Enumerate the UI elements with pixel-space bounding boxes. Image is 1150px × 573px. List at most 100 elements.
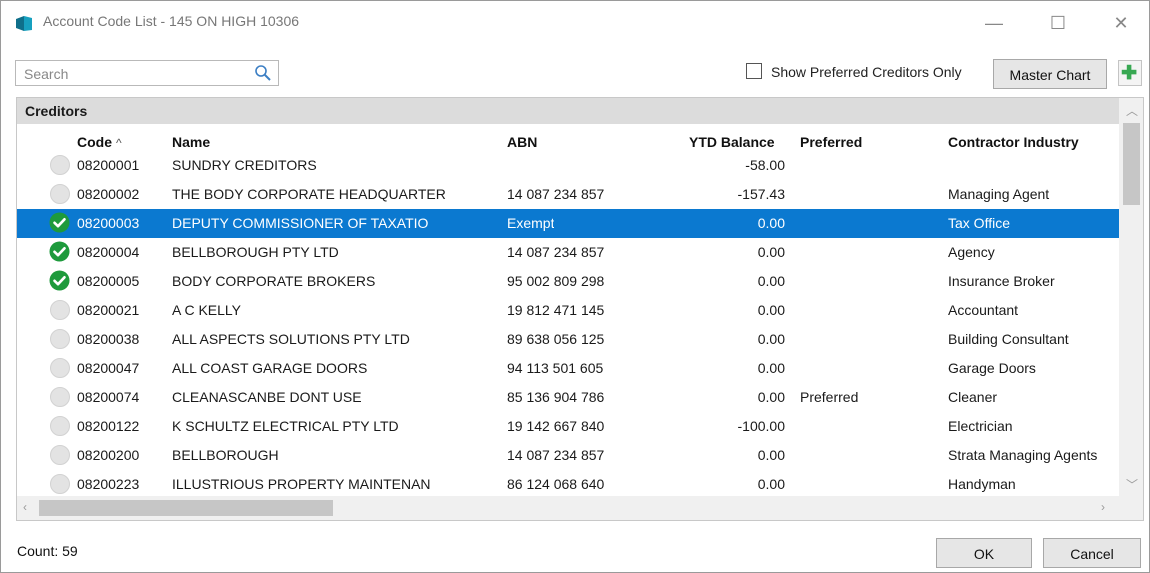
cell-abn: 14 087 234 857 [507,186,605,202]
cell-name: ILLUSTRIOUS PROPERTY MAINTENAN [172,476,431,492]
search-input[interactable] [22,64,246,84]
cell-code: 08200003 [77,215,140,231]
cell-contractor-industry: Garage Doors [948,360,1036,376]
cell-contractor-industry: Tax Office [948,215,1010,231]
table-row[interactable]: 08200003 DEPUTY COMMISSIONER OF TAXATIO Ex… [17,209,1119,238]
column-header-ytd-balance[interactable]: YTD Balance [689,134,775,150]
cell-code: 08200200 [77,447,140,463]
cell-preferred: Preferred [800,389,859,405]
minimize-button[interactable]: — [971,9,1017,37]
vertical-scrollbar[interactable]: ︿ ﹀ [1119,98,1143,496]
cell-contractor-industry: Agency [948,244,995,260]
cell-name: SUNDRY CREDITORS [172,157,317,173]
status-circle-icon[interactable] [50,358,70,378]
status-circle-icon[interactable] [50,329,70,349]
cell-contractor-industry: Building Consultant [948,331,1069,347]
cell-ytd-balance: 0.00 [757,447,785,463]
close-button[interactable]: ✕ [1098,9,1144,37]
cell-ytd-balance: -58.00 [745,157,785,173]
cell-contractor-industry: Handyman [948,476,1016,492]
table-row[interactable]: 08200004 BELLBOROUGH PTY LTD 14 087 234 85… [17,238,1119,267]
master-chart-button[interactable]: Master Chart [993,59,1107,89]
record-count: Count: 59 [17,543,78,559]
table-row[interactable]: 08200200 BELLBOROUGH 14 087 234 857 0.00 Str… [17,441,1119,470]
table-row[interactable]: 08200038 ALL ASPECTS SOLUTIONS PTY LTD 89 … [17,325,1119,354]
preferred-only-label[interactable]: Show Preferred Creditors Only [771,64,962,80]
table-row[interactable]: 08200005 BODY CORPORATE BROKERS 95 002 809… [17,267,1119,296]
cancel-button[interactable]: Cancel [1043,538,1141,568]
cell-code: 08200223 [77,476,140,492]
cell-ytd-balance: 0.00 [757,244,785,260]
cell-abn: 86 124 068 640 [507,476,605,492]
check-circle-icon[interactable] [49,212,70,233]
cell-abn: Exempt [507,215,555,231]
check-circle-icon[interactable] [49,270,70,291]
column-header-contractor-industry[interactable]: Contractor Industry [948,134,1079,150]
status-circle-icon[interactable] [50,184,70,204]
cell-contractor-industry: Insurance Broker [948,273,1055,289]
table-row[interactable]: 08200047 ALL COAST GARAGE DOORS 94 113 501… [17,354,1119,383]
search-icon[interactable] [254,64,272,82]
maximize-button[interactable]: ☐ [1035,9,1081,37]
column-header-abn[interactable]: ABN [507,134,537,150]
cell-ytd-balance: -100.00 [737,418,785,434]
cell-abn: 19 142 667 840 [507,418,605,434]
cell-name: ALL ASPECTS SOLUTIONS PTY LTD [172,331,410,347]
cell-contractor-industry: Electrician [948,418,1013,434]
cell-abn: 14 087 234 857 [507,447,605,463]
status-circle-icon[interactable] [50,474,70,494]
check-circle-icon[interactable] [49,241,70,262]
cell-ytd-balance: 0.00 [757,273,785,289]
cell-code: 08200047 [77,360,140,376]
scroll-left-icon[interactable]: ‹ [23,500,27,514]
preferred-only-checkbox[interactable] [746,63,762,79]
status-circle-icon[interactable] [50,300,70,320]
toolbar: Show Preferred Creditors Only Master Cha… [1,43,1149,95]
cell-ytd-balance: 0.00 [757,215,785,231]
title-bar: Account Code List - 145 ON HIGH 10306 — … [1,1,1149,43]
scroll-down-icon[interactable]: ﹀ [1126,476,1138,493]
horizontal-scroll-thumb[interactable] [39,500,333,516]
table-row[interactable]: 08200074 CLEANASCANBE DONT USE 85 136 904 … [17,383,1119,412]
scroll-right-icon[interactable]: › [1101,500,1105,514]
cell-ytd-balance: 0.00 [757,302,785,318]
cell-name: CLEANASCANBE DONT USE [172,389,362,405]
table-row[interactable]: 08200122 K SCHULTZ ELECTRICAL PTY LTD 19 1… [17,412,1119,441]
horizontal-scrollbar[interactable]: ‹ › [17,496,1143,520]
cell-name: ALL COAST GARAGE DOORS [172,360,368,376]
status-circle-icon[interactable] [50,155,70,175]
cell-abn: 94 113 501 605 [507,360,604,376]
app-icon [16,16,32,31]
account-code-list-window: Account Code List - 145 ON HIGH 10306 — … [0,0,1150,573]
scroll-up-icon[interactable]: ︿ [1126,102,1138,119]
cell-contractor-industry: Strata Managing Agents [948,447,1098,463]
cell-ytd-balance: 0.00 [757,389,785,405]
column-header-preferred[interactable]: Preferred [800,134,862,150]
cell-code: 08200038 [77,331,140,347]
table-row[interactable]: 08200002 THE BODY CORPORATE HEADQUARTER 14… [17,180,1119,209]
table-row[interactable]: 08200021 A C KELLY 19 812 471 145 0.00 Accou… [17,296,1119,325]
creditors-grid: Creditors Code ^ Name ABN YTD Balance Pre… [16,97,1144,521]
cell-name: K SCHULTZ ELECTRICAL PTY LTD [172,418,399,434]
table-row[interactable]: 08200223 ILLUSTRIOUS PROPERTY MAINTENAN 86… [17,470,1119,499]
cell-name: BELLBOROUGH PTY LTD [172,244,339,260]
vertical-scroll-thumb[interactable] [1123,123,1140,205]
status-circle-icon[interactable] [50,416,70,436]
search-box[interactable] [15,60,279,86]
add-button[interactable] [1118,60,1142,86]
window-title: Account Code List - 145 ON HIGH 10306 [43,13,300,29]
status-circle-icon[interactable] [50,387,70,407]
cell-code: 08200122 [77,418,140,434]
column-header-code[interactable]: Code ^ [77,134,122,150]
cell-abn: 19 812 471 145 [507,302,605,318]
cell-code: 08200001 [77,157,140,173]
table-row[interactable]: 08200001 SUNDRY CREDITORS -58.00 [17,151,1119,180]
cell-name: BODY CORPORATE BROKERS [172,273,376,289]
cell-code: 08200074 [77,389,140,405]
ok-button[interactable]: OK [936,538,1032,568]
group-header-creditors: Creditors [17,98,1119,124]
cell-ytd-balance: -157.43 [737,186,785,202]
plus-icon [1121,64,1137,80]
status-circle-icon[interactable] [50,445,70,465]
column-header-name[interactable]: Name [172,134,210,150]
